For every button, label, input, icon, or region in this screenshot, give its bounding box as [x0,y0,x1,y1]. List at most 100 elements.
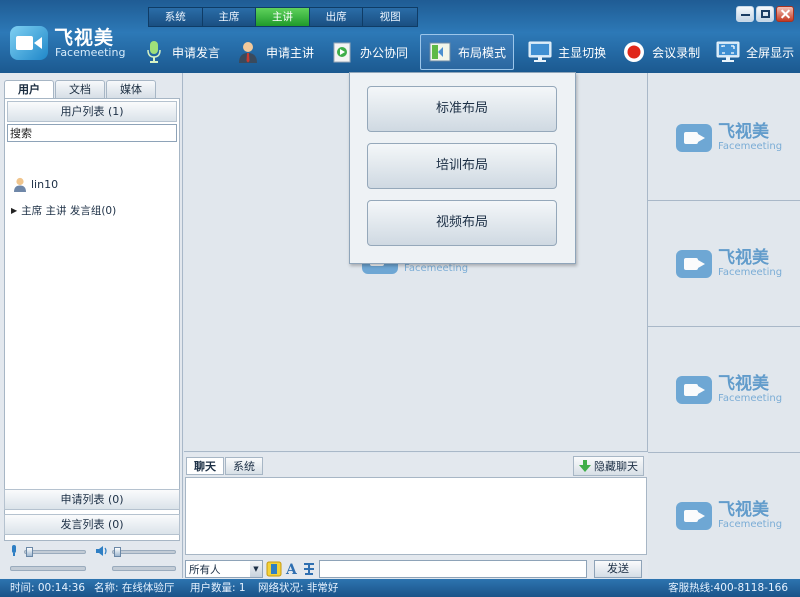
minimize-icon [741,14,750,16]
record-label: 会议录制 [652,45,701,60]
office-collab-label: 办公协同 [360,45,409,60]
fullscreen-button[interactable]: 全屏显示 [712,34,798,70]
layout-mode-label: 布局模式 [458,45,507,60]
watermark-subtitle: Facemeeting [718,267,783,278]
app-window: 飞视美 Facemeeting 系统 主席 主讲 出席 视图 申请发言 申请主讲… [0,0,800,597]
presenter-icon [236,40,260,64]
microphone-icon [142,40,166,64]
apply-presenter-button[interactable]: 申请主讲 [232,34,318,70]
watermark-subtitle: Facemeeting [718,393,783,404]
apply-list-header[interactable]: 申请列表 (0) [4,489,180,510]
recipient-value: 所有人 [189,563,221,576]
watermark-title: 飞视美 [718,374,769,394]
chat-input-bar: 所有人 ▼ A 发送 [185,559,647,579]
chat-tabs: 聊天 系统 [186,457,264,475]
tab-documents[interactable]: 文档 [55,80,105,98]
watermark-subtitle: Facemeeting [718,141,783,152]
mic-volume-icon [12,545,16,556]
speaker-volume-knob[interactable] [114,547,121,557]
shortcut-icon[interactable] [302,561,316,577]
video-cell-watermark: 飞视美 Facemeeting [676,375,782,405]
emoticon-icon[interactable] [266,561,282,577]
video-cell[interactable]: 飞视美 Facemeeting [648,201,800,327]
fullscreen-label: 全屏显示 [746,45,795,60]
video-cell[interactable]: 飞视美 Facemeeting [648,453,800,578]
watermark-logo-icon [676,376,712,404]
video-cell[interactable]: 飞视美 Facemeeting [648,73,800,201]
monitor-icon [528,40,552,64]
status-hotline: 客服热线:400-8118-166 [668,582,788,594]
fullscreen-icon [716,40,740,64]
svg-text:A: A [285,562,298,577]
apply-speak-label: 申请发言 [172,45,221,60]
hide-chat-label: 隐藏聊天 [594,460,638,473]
maximize-button[interactable] [756,6,774,22]
watermark-subtitle: Facemeeting [718,519,783,530]
status-room-name: 名称: 在线体验厅 [94,582,175,594]
user-name: lin10 [31,178,59,191]
video-cell[interactable]: 飞视美 Facemeeting [648,327,800,453]
tab-chat[interactable]: 聊天 [186,457,224,475]
layout-mode-menu: 标准布局 培训布局 视频布局 [349,72,576,264]
layout-mode-button[interactable]: 布局模式 [420,34,515,70]
arrow-down-icon [579,460,591,472]
status-time: 时间: 00:14:36 [10,582,86,594]
audio-controls [6,545,181,575]
status-network: 网络状况: 非常好 [258,582,339,594]
menu-presenter[interactable]: 主讲 [256,8,310,26]
mic-volume-knob[interactable] [26,547,33,557]
video-cell-watermark: 飞视美 Facemeeting [676,249,782,279]
recipient-select[interactable]: 所有人 ▼ [185,560,263,578]
send-button[interactable]: 发送 [594,560,642,578]
logo-subtitle: Facemeeting [55,46,126,59]
watermark-title: 飞视美 [718,500,769,520]
watermark-logo-icon [676,124,712,152]
apply-speak-button[interactable]: 申请发言 [138,34,224,70]
status-bar: 时间: 00:14:36 名称: 在线体验厅 用户数量: 1 网络状况: 非常好… [0,579,800,597]
left-lists: 申请列表 (0) 发言列表 (0) [4,489,180,539]
window-controls [736,6,794,22]
watermark-title: 飞视美 [718,248,769,268]
speaker-volume-slider[interactable] [112,547,176,557]
user-panel: 用户列表 (1) lin10 ▶ 主席 主讲 发言组(0) [4,98,180,541]
close-button[interactable] [776,6,794,22]
title-bar: 飞视美 Facemeeting 系统 主席 主讲 出席 视图 申请发言 申请主讲… [0,0,800,73]
tab-media[interactable]: 媒体 [106,80,156,98]
main-display-label: 主显切换 [558,45,607,60]
speaker-group[interactable]: ▶ 主席 主讲 发言组(0) [11,203,116,218]
menu-chair[interactable]: 主席 [203,8,257,26]
training-layout-button[interactable]: 培训布局 [367,143,557,189]
apply-presenter-label: 申请主讲 [266,45,315,60]
record-icon [622,40,646,64]
toolbar: 申请发言 申请主讲 办公协同 布局模式 主显切换 会议录制 全屏显示 [138,34,798,70]
maximize-icon [761,10,770,18]
standard-layout-button[interactable]: 标准布局 [367,86,557,132]
minimize-button[interactable] [736,6,754,22]
chat-log[interactable] [185,477,647,555]
status-user-count: 用户数量: 1 [190,582,246,594]
video-layout-button[interactable]: 视频布局 [367,200,557,246]
office-collab-button[interactable]: 办公协同 [326,34,412,70]
mic-volume-slider[interactable] [24,547,86,557]
menu-bar: 系统 主席 主讲 出席 视图 [148,7,418,27]
user-list-header[interactable]: 用户列表 (1) [7,101,177,122]
app-logo: 飞视美 Facemeeting [10,24,125,64]
record-button[interactable]: 会议录制 [618,34,704,70]
video-grid: 飞视美 Facemeeting 飞视美 Facemeeting 飞视美 Facemee… [648,73,800,578]
video-cell-watermark: 飞视美 Facemeeting [676,501,782,531]
font-icon[interactable]: A [285,561,299,577]
menu-view[interactable]: 视图 [363,8,417,26]
user-list-item[interactable]: lin10 [13,177,58,192]
chevron-down-icon: ▼ [250,561,262,577]
menu-system[interactable]: 系统 [149,8,203,26]
search-input[interactable] [7,124,177,142]
tab-users[interactable]: 用户 [4,80,54,98]
hide-chat-button[interactable]: 隐藏聊天 [573,456,644,476]
main-display-button[interactable]: 主显切换 [524,34,610,70]
logo-icon [10,26,48,60]
speak-list-header[interactable]: 发言列表 (0) [4,514,180,535]
chat-message-input[interactable] [319,560,587,578]
speaker-group-label: 主席 主讲 发言组(0) [21,205,117,217]
tab-system[interactable]: 系统 [225,457,263,475]
menu-attend[interactable]: 出席 [310,8,364,26]
